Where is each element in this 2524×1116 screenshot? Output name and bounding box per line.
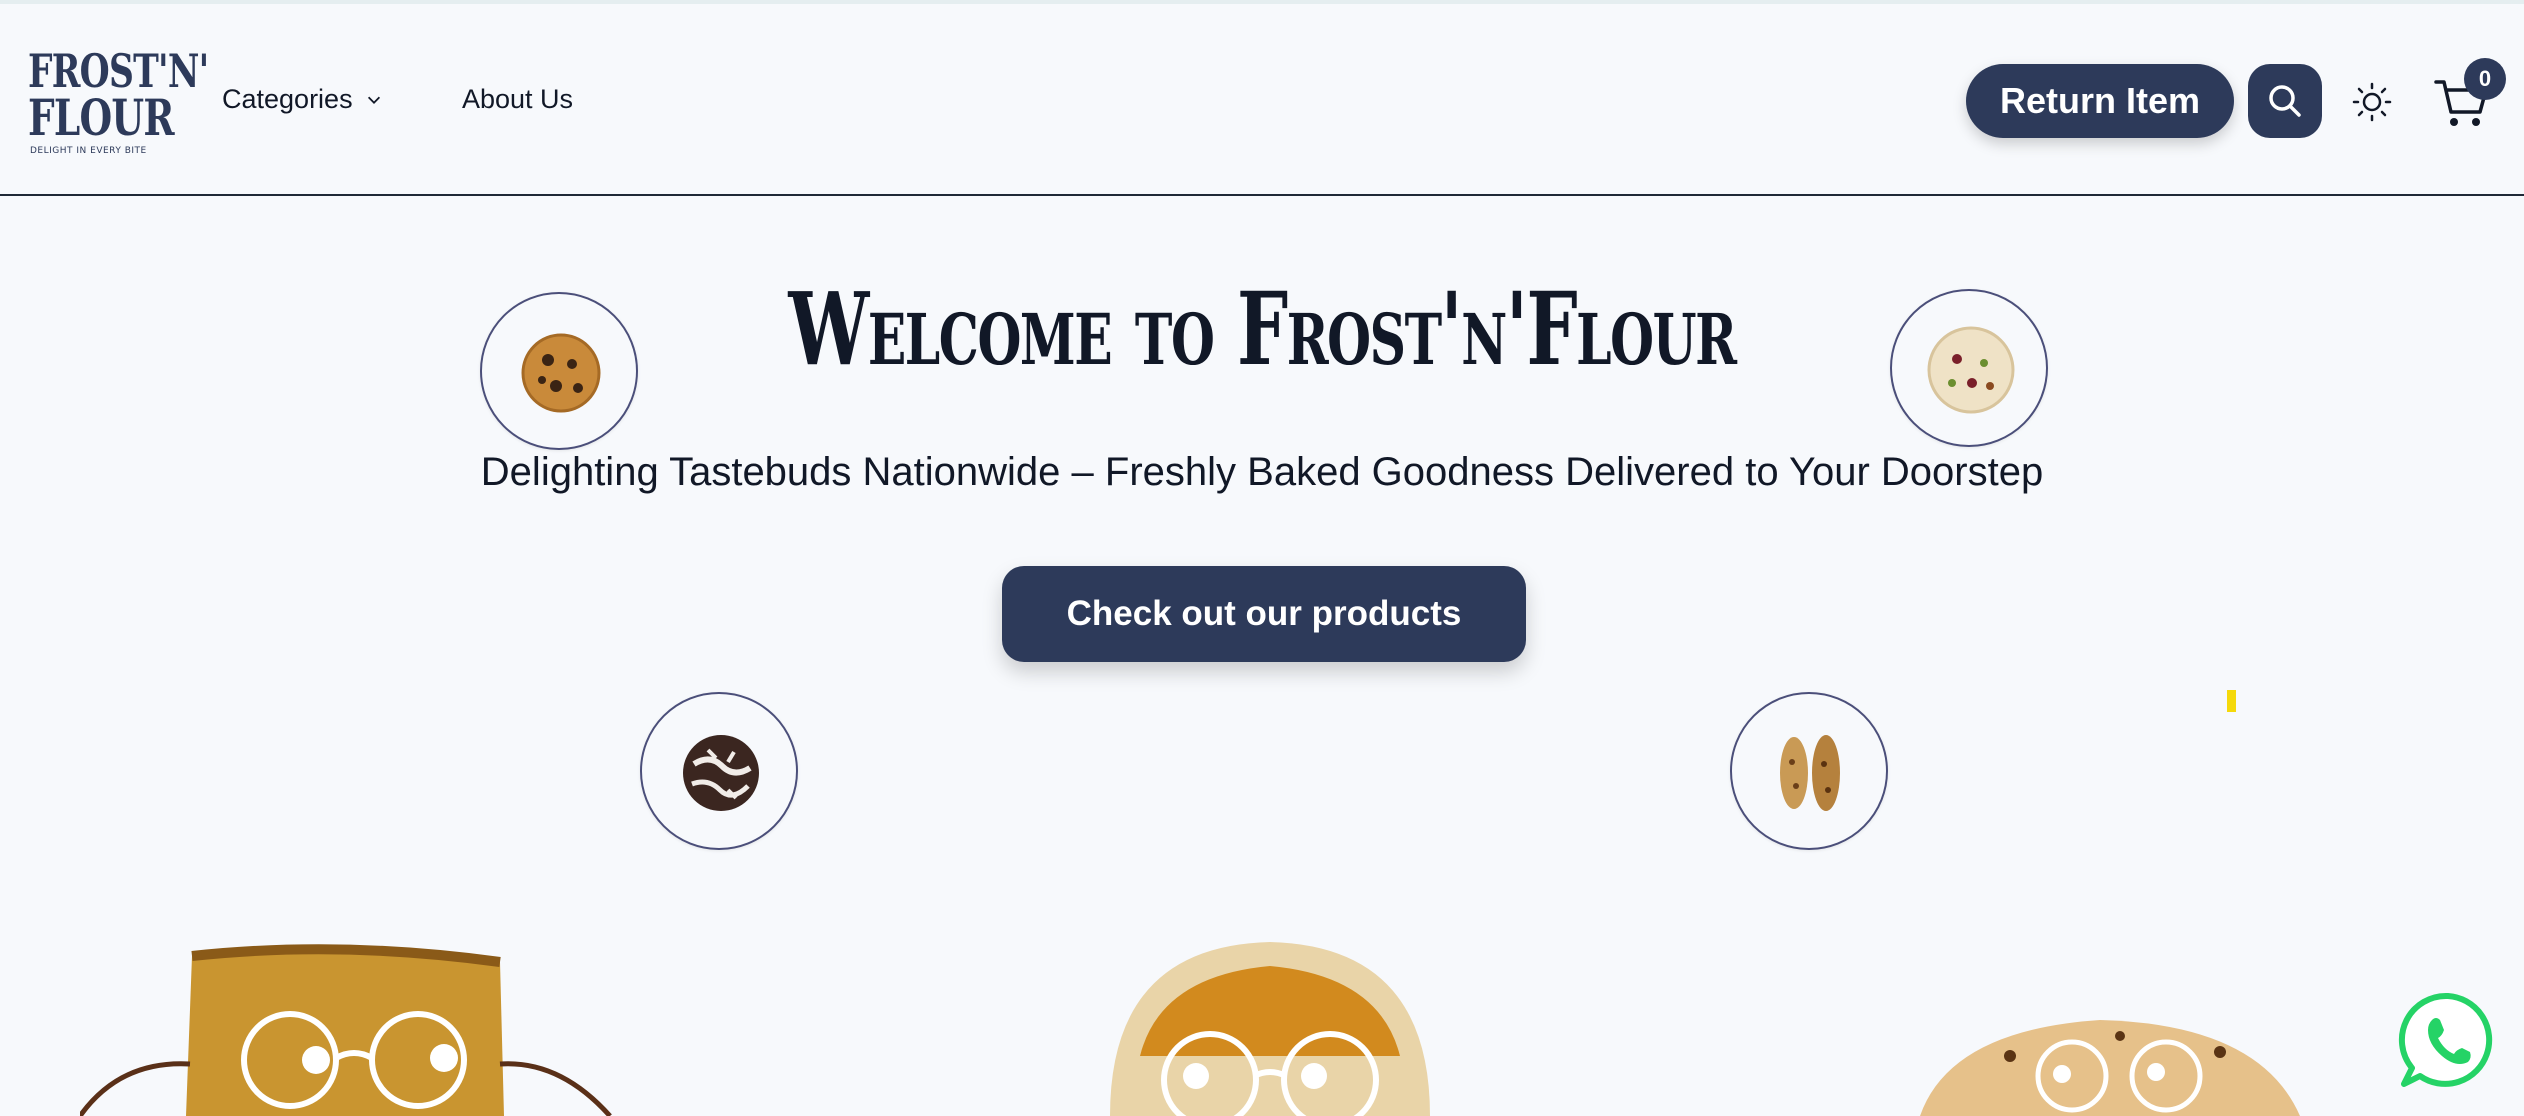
- check-products-button[interactable]: Check out our products: [1002, 566, 1526, 662]
- chocolate-chip-cookie-bubble: [480, 292, 638, 450]
- whatsapp-icon[interactable]: [2398, 990, 2498, 1090]
- biscotti-bubble: [1730, 692, 1888, 850]
- crinkle-cookie-icon: [683, 735, 759, 811]
- nav-categories-label: Categories: [222, 84, 353, 114]
- nav-categories[interactable]: Categories: [222, 84, 383, 115]
- return-item-button[interactable]: Return Item: [1966, 64, 2234, 138]
- crinkle-cookie-bubble: [640, 692, 798, 850]
- cart-count-badge: 0: [2464, 58, 2506, 100]
- brand-logo[interactable]: FROST'N' FLOUR DELIGHT IN EVERY BITE: [28, 44, 209, 162]
- fruit-cookie-bubble: [1890, 289, 2048, 447]
- logo-line2: FLOUR: [28, 88, 175, 147]
- nav-about-us[interactable]: About Us: [462, 84, 573, 115]
- nav-about-label: About Us: [462, 84, 574, 114]
- cake-mascot-image: [80, 944, 612, 1116]
- chocolate-chip-cookie-icon: [521, 333, 601, 413]
- search-icon: [2269, 85, 2301, 117]
- logo-tagline: DELIGHT IN EVERY BITE: [30, 146, 147, 156]
- sun-icon[interactable]: [2350, 80, 2394, 124]
- fruit-cookie-icon: [1927, 326, 2015, 414]
- chevron-down-icon: [367, 96, 380, 104]
- site-header: FROST'N' FLOUR DELIGHT IN EVERY BITE Cat…: [0, 4, 2524, 196]
- cookie-mascot-image: [1920, 1020, 2300, 1116]
- hero-subtitle: Delighting Tastebuds Nationwide – Freshl…: [480, 450, 2044, 494]
- yellow-marker: [2227, 690, 2236, 712]
- biscotti-icon: [1780, 735, 1840, 811]
- tart-mascot-image: [1110, 942, 1430, 1116]
- page: FROST'N' FLOUR DELIGHT IN EVERY BITE Cat…: [0, 0, 2524, 1116]
- search-button[interactable]: [2248, 64, 2322, 138]
